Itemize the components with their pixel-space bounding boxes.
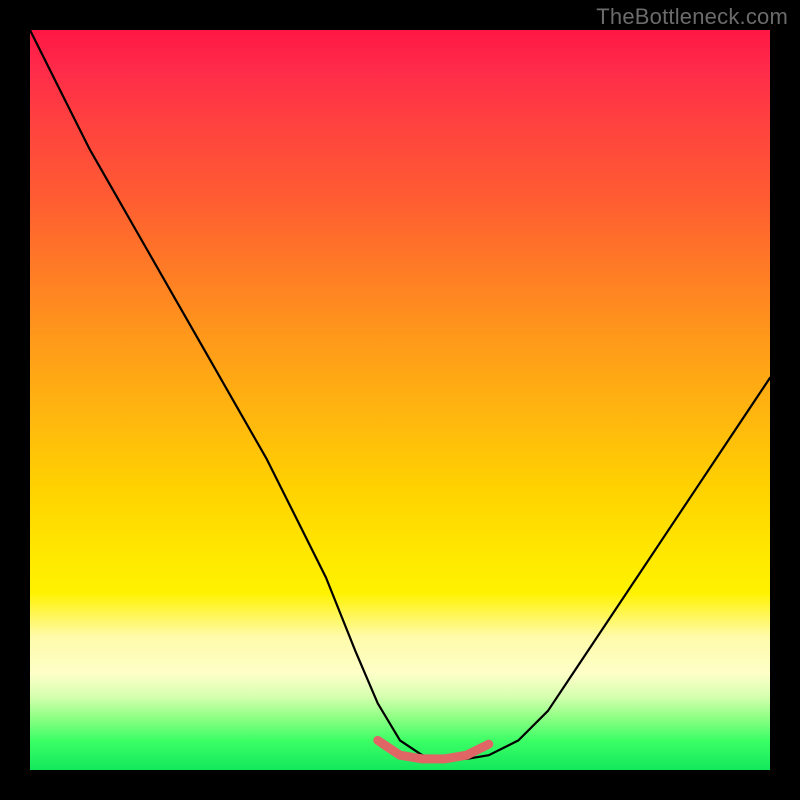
chart-stage: TheBottleneck.com <box>0 0 800 800</box>
highlight-band <box>378 740 489 759</box>
watermark-text: TheBottleneck.com <box>596 4 788 30</box>
plot-area <box>30 30 770 770</box>
curve-svg <box>30 30 770 770</box>
bottleneck-curve <box>30 30 770 759</box>
